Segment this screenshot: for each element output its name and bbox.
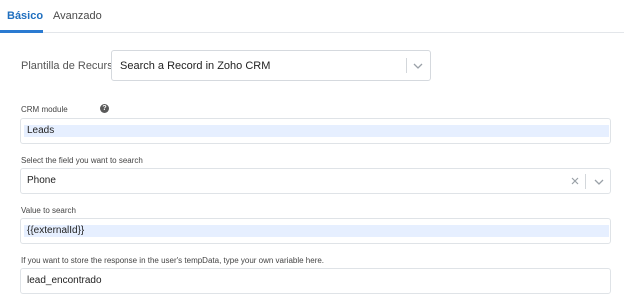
- search-field-label: Select the field you want to search: [21, 156, 143, 165]
- crm-module-label: CRM module: [21, 105, 68, 114]
- temp-variable-value: lead_encontrado: [27, 275, 102, 286]
- chevron-down-icon[interactable]: [411, 59, 425, 73]
- search-value-input[interactable]: {{externalId}}: [20, 218, 611, 244]
- chevron-down-icon[interactable]: [592, 175, 606, 189]
- crm-module-input[interactable]: Leads: [20, 118, 611, 144]
- tab-basico[interactable]: Básico: [7, 10, 43, 23]
- autofill-highlight: [24, 125, 609, 137]
- temp-variable-label: If you want to store the response in the…: [21, 256, 325, 265]
- question-circle-icon[interactable]: ?: [100, 104, 109, 113]
- resource-template-select[interactable]: Search a Record in Zoho CRM: [111, 50, 431, 81]
- search-value-label: Value to search: [21, 206, 76, 215]
- search-value-text: {{externalId}}: [27, 225, 85, 236]
- crm-module-value: Leads: [27, 125, 55, 136]
- resource-template-label: Plantilla de Recurso: [21, 60, 119, 72]
- resource-template-value: Search a Record in Zoho CRM: [120, 60, 271, 72]
- active-tab-indicator: [0, 30, 43, 33]
- search-field-value: Phone: [27, 175, 56, 186]
- temp-variable-input[interactable]: lead_encontrado: [20, 268, 611, 294]
- tab-bar: Básico Avanzado: [0, 0, 624, 33]
- search-field-select[interactable]: Phone: [20, 168, 611, 194]
- select-divider: [585, 174, 586, 189]
- clear-icon[interactable]: [569, 175, 581, 187]
- tab-avanzado[interactable]: Avanzado: [53, 10, 102, 23]
- select-divider: [406, 58, 407, 73]
- autofill-highlight: [24, 225, 609, 237]
